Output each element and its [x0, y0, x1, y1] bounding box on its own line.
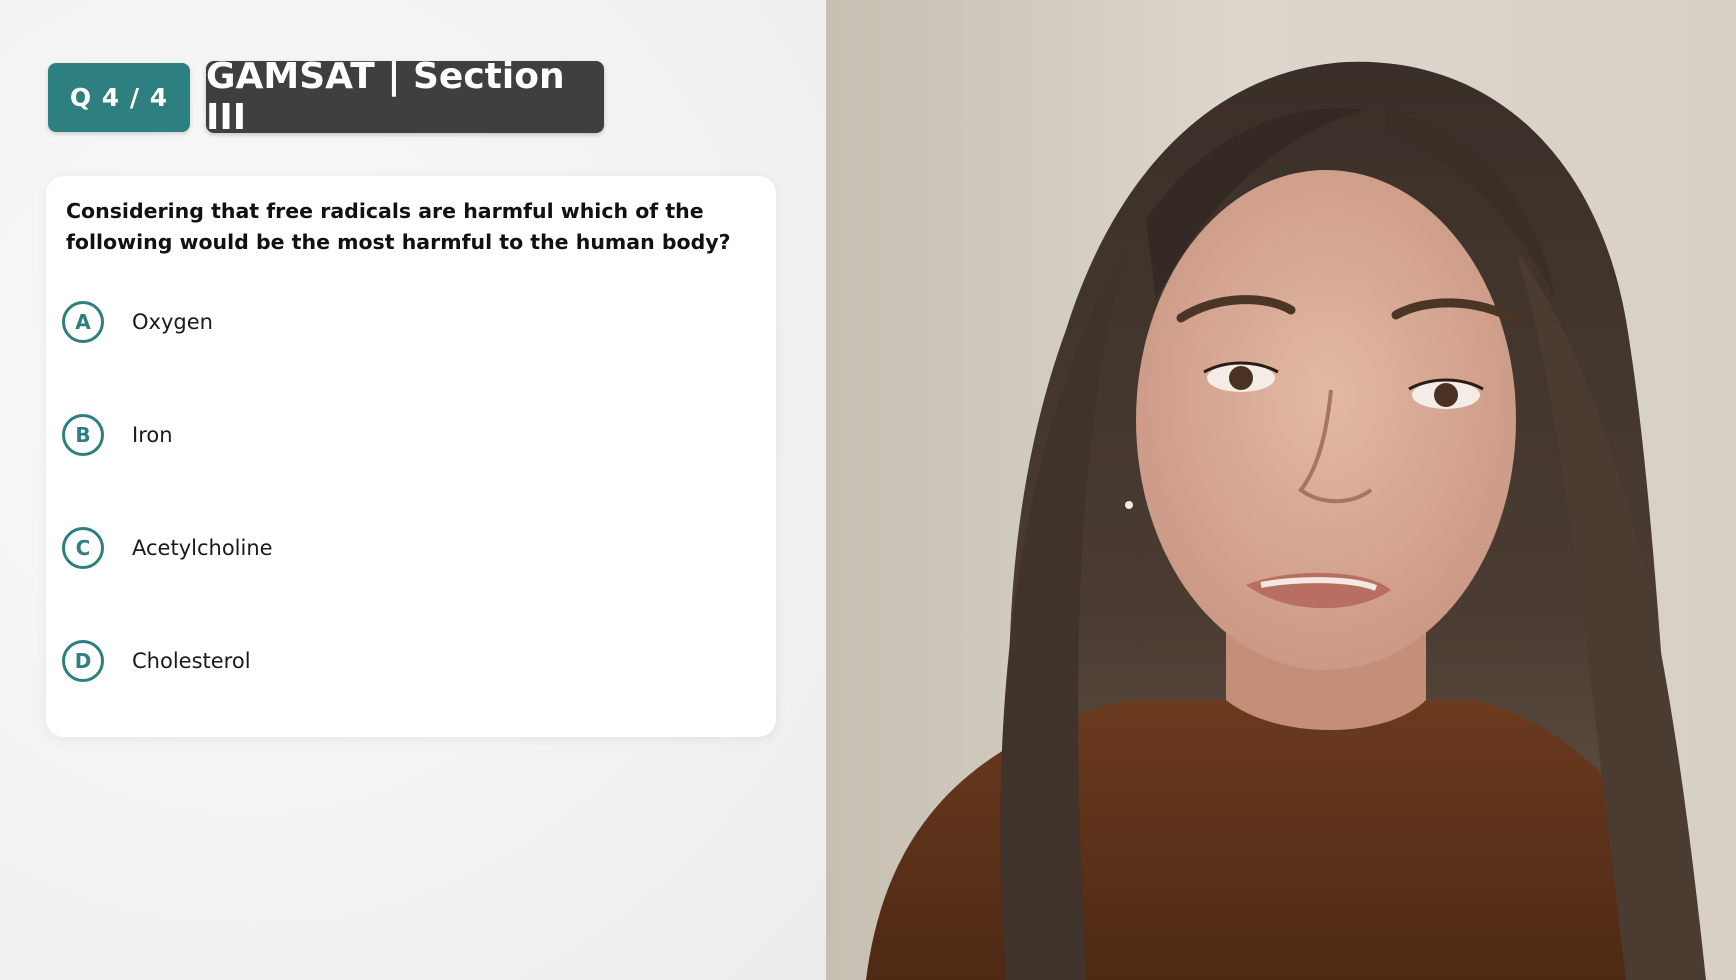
- option-c[interactable]: C Acetylcholine: [62, 524, 742, 572]
- option-c-label: Acetylcholine: [132, 536, 273, 560]
- question-counter-badge: Q 4 / 4: [48, 63, 190, 132]
- option-a-label: Oxygen: [132, 310, 213, 334]
- option-a-letter-badge: A: [62, 301, 104, 343]
- option-d-label: Cholesterol: [132, 649, 251, 673]
- question-card: Considering that free radicals are harmf…: [46, 176, 776, 737]
- option-b-letter-badge: B: [62, 414, 104, 456]
- option-a[interactable]: A Oxygen: [62, 298, 742, 346]
- section-title: GAMSAT | Section III: [206, 56, 604, 138]
- presenter-illustration: [826, 0, 1736, 980]
- question-text: Considering that free radicals are harmf…: [66, 199, 731, 254]
- option-b-label: Iron: [132, 423, 173, 447]
- option-b[interactable]: B Iron: [62, 411, 742, 459]
- presenter-video: [826, 0, 1736, 980]
- option-c-letter-badge: C: [62, 527, 104, 569]
- option-d-letter-badge: D: [62, 640, 104, 682]
- option-d[interactable]: D Cholesterol: [62, 637, 742, 685]
- quiz-panel: Q 4 / 4 GAMSAT | Section III Considering…: [0, 0, 826, 980]
